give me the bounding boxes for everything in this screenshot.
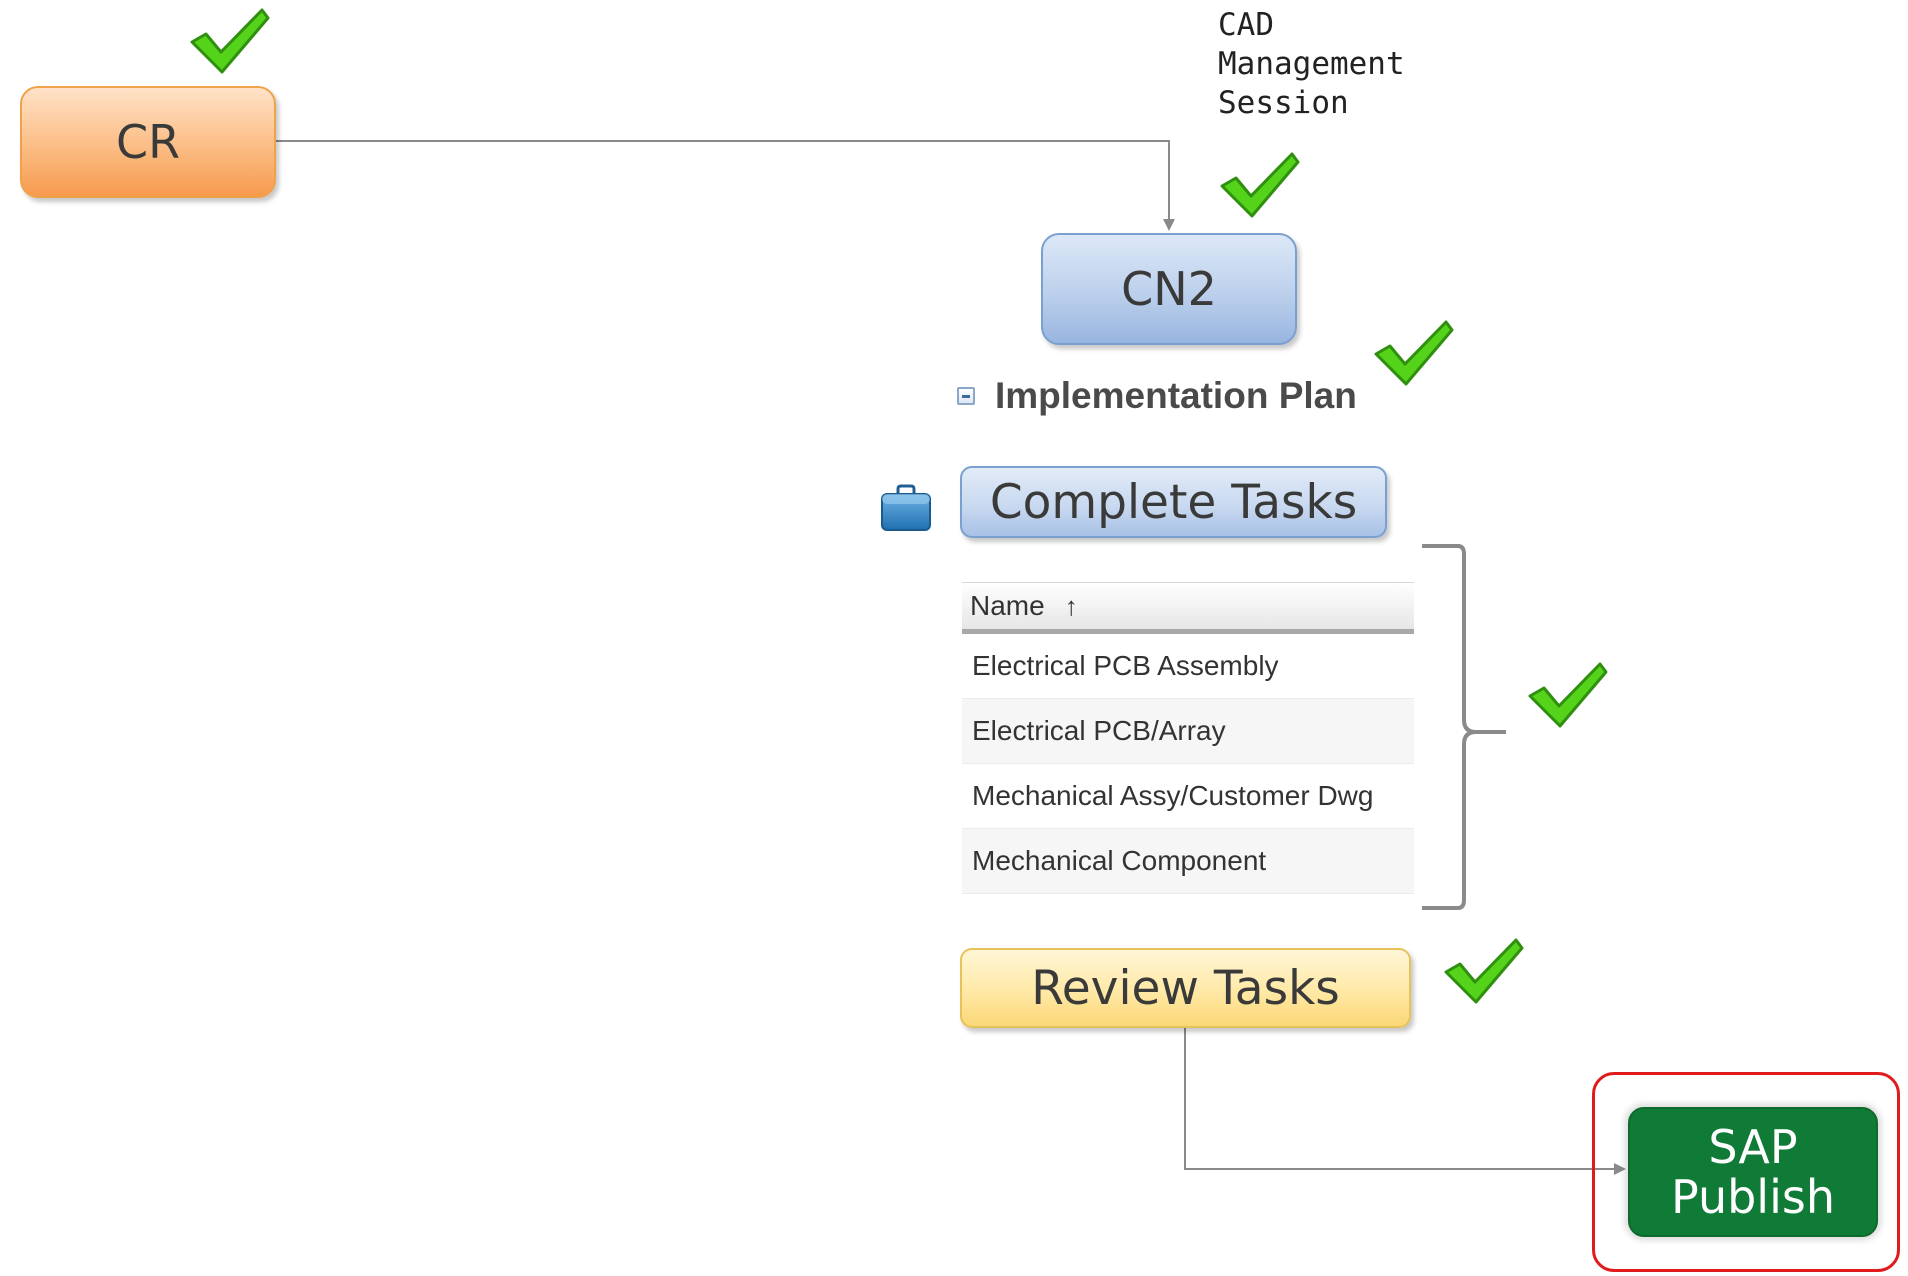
connector-cr-to-cn2: [276, 140, 1175, 231]
cad-label-line-3: Session: [1218, 85, 1349, 121]
table-row[interactable]: Electrical PCB/Array: [962, 699, 1414, 764]
check-icon-cr: [190, 8, 270, 74]
table-row[interactable]: Mechanical Assy/Customer Dwg: [962, 764, 1414, 829]
check-icon-cad-session: [1220, 152, 1300, 218]
table-row[interactable]: Electrical PCB Assembly: [962, 634, 1414, 699]
briefcase-icon: [881, 484, 931, 531]
cr-node[interactable]: CR: [20, 86, 276, 198]
sap-publish-line-1: SAP: [1708, 1120, 1798, 1174]
task-name: Electrical PCB Assembly: [972, 650, 1279, 681]
check-icon-tasks: [1528, 662, 1608, 728]
check-icon-review-tasks: [1444, 938, 1524, 1004]
implementation-plan-header: Implementation Plan: [957, 375, 1357, 417]
column-header-name: Name: [970, 590, 1045, 621]
tasks-bracket: [1422, 544, 1506, 910]
task-table: Name ↑ Electrical PCB Assembly Electrica…: [962, 582, 1414, 894]
sap-publish-node[interactable]: SAP Publish: [1628, 1107, 1878, 1237]
review-tasks-label: Review Tasks: [1031, 960, 1340, 1016]
implementation-plan-title: Implementation Plan: [995, 375, 1357, 416]
complete-tasks-label: Complete Tasks: [989, 474, 1358, 530]
task-name: Mechanical Component: [972, 845, 1267, 876]
connector-review-to-sap: [1184, 1028, 1626, 1175]
cn2-label: CN2: [1121, 262, 1217, 316]
task-name: Mechanical Assy/Customer Dwg: [972, 780, 1374, 811]
table-header-name[interactable]: Name ↑: [962, 582, 1414, 634]
sap-publish-line-2: Publish: [1671, 1170, 1835, 1224]
complete-tasks-node[interactable]: Complete Tasks: [960, 466, 1387, 538]
cr-label: CR: [115, 115, 181, 169]
cad-management-session-label: CAD Management Session: [1218, 6, 1405, 123]
task-name: Electrical PCB/Array: [972, 715, 1226, 746]
sort-ascending-icon[interactable]: ↑: [1065, 591, 1078, 622]
cad-label-line-1: CAD: [1218, 7, 1274, 43]
table-body: Electrical PCB Assembly Electrical PCB/A…: [962, 634, 1414, 894]
table-row[interactable]: Mechanical Component: [962, 829, 1414, 894]
review-tasks-node[interactable]: Review Tasks: [960, 948, 1411, 1028]
cn2-node[interactable]: CN2: [1041, 233, 1297, 345]
check-icon-implementation-plan: [1374, 320, 1454, 386]
cad-label-line-2: Management: [1218, 46, 1405, 82]
collapse-icon[interactable]: [957, 387, 975, 405]
